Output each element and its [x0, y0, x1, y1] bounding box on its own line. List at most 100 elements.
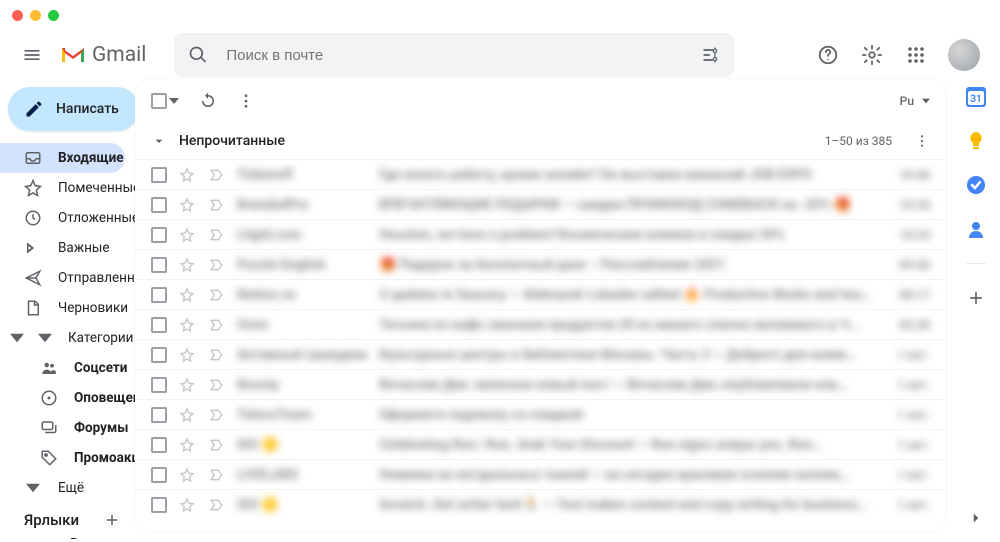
- important-button[interactable]: [209, 347, 225, 363]
- tasks-app-button[interactable]: [966, 175, 986, 195]
- section-title: Непрочитанные: [179, 133, 285, 149]
- label-text: Важные сообщения: [70, 536, 135, 539]
- help-button[interactable]: [808, 35, 848, 75]
- important-button[interactable]: [209, 437, 225, 453]
- settings-button[interactable]: [852, 35, 892, 75]
- star-button[interactable]: [179, 167, 195, 183]
- sidebar-item-входящие[interactable]: Входящие385: [0, 143, 125, 173]
- contacts-app-button[interactable]: [966, 219, 986, 239]
- search-icon[interactable]: [180, 37, 216, 73]
- sidebar-item-важные[interactable]: Важные: [0, 233, 125, 263]
- important-button[interactable]: [209, 197, 225, 213]
- add-label-button[interactable]: [103, 511, 121, 529]
- important-button[interactable]: [209, 407, 225, 423]
- sidebar-item-соцсети[interactable]: Соцсети26: [0, 353, 125, 383]
- sidebar-item-категории[interactable]: Категории: [0, 323, 125, 353]
- expand-icon: [38, 331, 52, 345]
- search-options-icon[interactable]: [692, 37, 728, 73]
- mail-checkbox[interactable]: [151, 287, 167, 303]
- mail-checkbox[interactable]: [151, 347, 167, 363]
- chev-right-icon: [24, 239, 42, 257]
- important-button[interactable]: [209, 287, 225, 303]
- mail-row[interactable]: LIVELABSНовинки на натуральных тканей — …: [135, 459, 946, 489]
- mail-checkbox[interactable]: [151, 467, 167, 483]
- mail-checkbox[interactable]: [151, 497, 167, 513]
- important-button[interactable]: [209, 257, 225, 273]
- star-outline-icon: [179, 317, 195, 333]
- mail-row[interactable]: SIO 🟡Celebrating Run | Run. Grab Your Di…: [135, 429, 946, 459]
- keep-app-button[interactable]: [966, 131, 986, 151]
- star-button[interactable]: [179, 227, 195, 243]
- mail-checkbox[interactable]: [151, 317, 167, 333]
- addons-button[interactable]: [966, 288, 986, 308]
- important-button[interactable]: [209, 227, 225, 243]
- important-button[interactable]: [209, 377, 225, 393]
- main-menu-button[interactable]: [12, 35, 52, 75]
- minimize-dot[interactable]: [30, 10, 41, 21]
- section-more-button[interactable]: [914, 133, 930, 149]
- important-button[interactable]: [209, 317, 225, 333]
- search-input[interactable]: [216, 47, 692, 64]
- mail-checkbox[interactable]: [151, 437, 167, 453]
- mail-checkbox[interactable]: [151, 167, 167, 183]
- star-button[interactable]: [179, 377, 195, 393]
- important-button[interactable]: [209, 167, 225, 183]
- sidebar-item-отложенные[interactable]: Отложенные: [0, 203, 125, 233]
- sidebar-item-форумы[interactable]: Форумы4: [0, 413, 125, 443]
- star-button[interactable]: [179, 467, 195, 483]
- compose-button[interactable]: Написать: [8, 87, 135, 131]
- star-button[interactable]: [179, 197, 195, 213]
- star-button[interactable]: [179, 287, 195, 303]
- mail-row[interactable]: TelecoTeamОформите подписку со скидкой1 …: [135, 399, 946, 429]
- sidebar-item-помеченные[interactable]: Помеченные: [0, 173, 125, 203]
- mail-row[interactable]: Активный гражданинКультурные центры и би…: [135, 339, 946, 369]
- select-all-checkbox[interactable]: [151, 93, 179, 109]
- more-button[interactable]: [237, 92, 255, 110]
- mail-checkbox[interactable]: [151, 227, 167, 243]
- section-unread-header[interactable]: Непрочитанные 1–50 из 385: [135, 123, 946, 159]
- mail-subject: Celebrating Run | Run. Grab Your Discoun…: [379, 437, 872, 453]
- mail-row[interactable]: SIO 🟡Scratch. Get writer fast!🏃 — Tool m…: [135, 489, 946, 519]
- sidebar-item-отправленные[interactable]: Отправленные: [0, 263, 125, 293]
- pencil-icon: [24, 99, 44, 119]
- sidebar-item-промоакции[interactable]: Промоакции177: [0, 443, 125, 473]
- apps-button[interactable]: [896, 35, 936, 75]
- mail-checkbox[interactable]: [151, 197, 167, 213]
- mail-row[interactable]: Notion.so3 updates in Saucery — Aleksand…: [135, 279, 946, 309]
- mail-row[interactable]: Puzzle English🎁 Подарок за бесплатный ур…: [135, 249, 946, 279]
- star-button[interactable]: [179, 437, 195, 453]
- sidebar-item-ещё[interactable]: Ещё: [0, 473, 125, 503]
- mail-checkbox[interactable]: [151, 407, 167, 423]
- inbox-icon: [24, 149, 42, 167]
- important-button[interactable]: [209, 467, 225, 483]
- gmail-logo[interactable]: Gmail: [60, 43, 166, 67]
- refresh-button[interactable]: [199, 92, 217, 110]
- mail-row[interactable]: OzonТатьяна из кафе заказала продуктов 2…: [135, 309, 946, 339]
- input-indicator[interactable]: Pu: [900, 94, 914, 108]
- side-panel: 31: [952, 79, 1000, 539]
- calendar-app-button[interactable]: 31: [966, 87, 986, 107]
- mail-row[interactable]: TinkeroffГде искать работу, кроме онлайн…: [135, 159, 946, 189]
- mail-row[interactable]: BrandedProВПЕЧАТЛЯЮЩИЕ ПОДАРКИ — скидки …: [135, 189, 946, 219]
- star-button[interactable]: [179, 257, 195, 273]
- nav-label: Помеченные: [58, 180, 135, 196]
- collapse-panel-button[interactable]: [967, 509, 985, 527]
- important-icon: [209, 317, 225, 333]
- star-button[interactable]: [179, 497, 195, 513]
- search-box[interactable]: [174, 33, 734, 77]
- close-dot[interactable]: [12, 10, 23, 21]
- label-item-важные сообщения[interactable]: Важные сообщения: [0, 537, 125, 539]
- sidebar-item-черновики[interactable]: Черновики: [0, 293, 125, 323]
- sidebar-item-оповещения[interactable]: Оповещения197: [0, 383, 125, 413]
- mail-checkbox[interactable]: [151, 377, 167, 393]
- star-button[interactable]: [179, 347, 195, 363]
- star-button[interactable]: [179, 317, 195, 333]
- mail-row[interactable]: BoostyВячеслав Дмс записала новый пост —…: [135, 369, 946, 399]
- important-button[interactable]: [209, 497, 225, 513]
- star-button[interactable]: [179, 407, 195, 423]
- mail-row[interactable]: Litgid.comHouston, we have a problem! Ко…: [135, 219, 946, 249]
- maximize-dot[interactable]: [48, 10, 59, 21]
- mail-subject: ВПЕЧАТЛЯЮЩИЕ ПОДАРКИ — скидки ПРОМОКОД C…: [379, 197, 872, 213]
- mail-checkbox[interactable]: [151, 257, 167, 273]
- account-avatar[interactable]: [948, 39, 980, 71]
